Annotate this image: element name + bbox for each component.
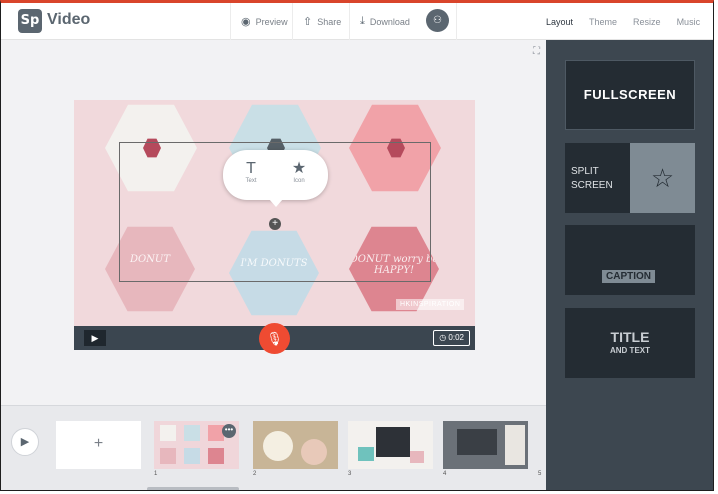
fullscreen-label: FULLSCREEN bbox=[583, 87, 677, 102]
app-logo: Sp bbox=[18, 9, 42, 33]
play-all-button[interactable]: ▶ bbox=[11, 428, 39, 456]
clock-icon: ◷ bbox=[439, 333, 447, 342]
add-slide-button[interactable]: + bbox=[56, 421, 141, 469]
caption-label: CAPTION bbox=[602, 270, 655, 283]
app-title: Video bbox=[47, 11, 91, 28]
duration-button[interactable]: ◷ 0:02 bbox=[433, 330, 470, 346]
app-window: Sp Video ◉ Preview ⇧ Share ⤓ Download ⚇ … bbox=[0, 0, 714, 491]
icon-option-label: Icon bbox=[293, 178, 305, 184]
timeline-scrollbar[interactable] bbox=[147, 487, 239, 490]
microphone-icon[interactable]: 🎙 bbox=[259, 323, 290, 354]
slide-number: 2 bbox=[253, 471, 257, 477]
slide-number: 1 bbox=[154, 471, 158, 477]
top-bar: Sp Video ◉ Preview ⇧ Share ⤓ Download ⚇ … bbox=[1, 3, 713, 40]
add-text-option[interactable]: T Text bbox=[231, 160, 271, 184]
share-button[interactable]: ⇧ Share bbox=[292, 3, 349, 40]
slide-number: 5 bbox=[538, 471, 542, 477]
share-icon: ⇧ bbox=[303, 16, 313, 28]
tab-layout[interactable]: Layout bbox=[546, 17, 573, 27]
toolbar-divider bbox=[456, 3, 457, 40]
expand-icon[interactable]: ⛶ bbox=[531, 46, 542, 57]
preview-button[interactable]: ◉ Preview bbox=[230, 3, 292, 40]
layout-caption[interactable]: CAPTION bbox=[565, 225, 695, 295]
star-icon: ☆ bbox=[650, 163, 675, 193]
slide-thumbnail[interactable] bbox=[348, 421, 433, 469]
slide-thumbnail[interactable] bbox=[443, 421, 528, 469]
more-icon[interactable]: ••• bbox=[222, 424, 236, 438]
slide-number: 4 bbox=[443, 471, 447, 477]
text-icon: T bbox=[246, 160, 256, 177]
split-label-line1: SPLIT bbox=[571, 166, 599, 177]
title-sublabel: AND TEXT bbox=[610, 346, 650, 355]
right-tabs: Layout Theme Resize Music bbox=[546, 3, 713, 40]
tab-resize[interactable]: Resize bbox=[633, 17, 661, 27]
add-element-icon[interactable]: + bbox=[269, 218, 281, 230]
layout-panel: FULLSCREEN SPLIT SCREEN ☆ CAPTION TITLE … bbox=[546, 40, 713, 490]
eye-icon: ◉ bbox=[241, 16, 251, 28]
watermark: HKINSPIRATION bbox=[396, 299, 465, 310]
split-label-line2: SCREEN bbox=[571, 180, 613, 191]
tab-theme[interactable]: Theme bbox=[589, 17, 617, 27]
preview-label: Preview bbox=[255, 16, 288, 27]
download-label: Download bbox=[369, 16, 410, 27]
duration-value: 0:02 bbox=[448, 333, 464, 342]
share-label: Share bbox=[317, 16, 342, 27]
slide-thumbnail[interactable] bbox=[253, 421, 338, 469]
add-icon-option[interactable]: ★ Icon bbox=[279, 160, 319, 184]
title-label: TITLE bbox=[610, 329, 650, 345]
timeline: ▶ + ••• 1 2 3 4 5 bbox=[1, 405, 546, 490]
editor-stage: ⛶ DONUT I'M DONUTS DONUT worry be HAPPY!… bbox=[1, 40, 546, 405]
layout-fullscreen[interactable]: FULLSCREEN bbox=[565, 60, 695, 130]
add-content-popup: T Text ★ Icon bbox=[223, 150, 328, 207]
layout-title-and-text[interactable]: TITLE AND TEXT bbox=[565, 308, 695, 378]
star-icon: ★ bbox=[291, 160, 307, 177]
text-option-label: Text bbox=[245, 178, 257, 184]
user-share-icon[interactable]: ⚇ bbox=[426, 9, 449, 32]
tab-music[interactable]: Music bbox=[677, 17, 701, 27]
play-icon[interactable]: ▶ bbox=[84, 330, 106, 346]
slide-number: 3 bbox=[348, 471, 352, 477]
layout-split-screen[interactable]: SPLIT SCREEN ☆ bbox=[565, 143, 695, 213]
slide-canvas[interactable]: DONUT I'M DONUTS DONUT worry be HAPPY! +… bbox=[74, 100, 475, 326]
download-icon: ⤓ bbox=[360, 15, 365, 27]
download-button[interactable]: ⤓ Download bbox=[349, 3, 419, 40]
slide-thumbnail[interactable]: ••• bbox=[154, 421, 239, 469]
